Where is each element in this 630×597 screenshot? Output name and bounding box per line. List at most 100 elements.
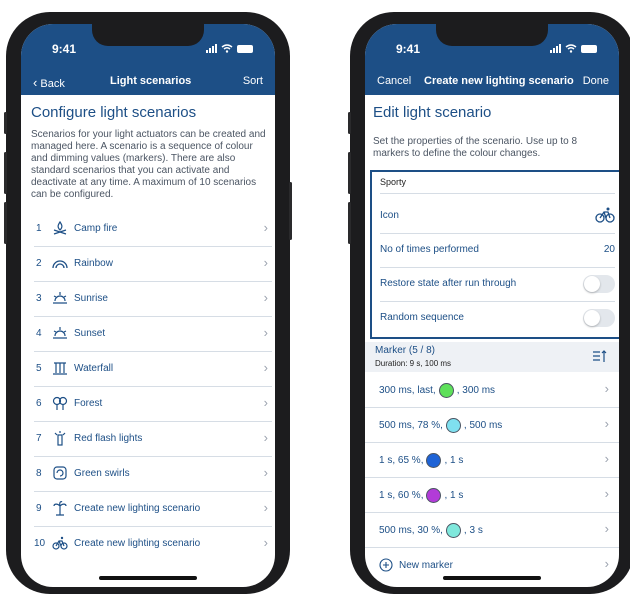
- marker-pre: 300 ms, last,: [379, 385, 436, 396]
- color-swatch: [438, 383, 454, 398]
- item-label: Green swirls: [74, 468, 130, 479]
- cancel-button[interactable]: Cancel: [377, 75, 411, 87]
- swirl-icon: [53, 466, 67, 480]
- times-performed-row[interactable]: No of times performed 20: [380, 233, 615, 268]
- list-item[interactable]: 10 Create new lighting scenario ›: [34, 527, 272, 561]
- new-marker-label-wrap: New marker: [379, 558, 453, 572]
- chevron-right-icon: ›: [604, 416, 609, 431]
- item-number: 4: [36, 328, 42, 339]
- marker-label: 300 ms, last, , 300 ms: [379, 383, 495, 398]
- bicycle-icon: [52, 536, 68, 550]
- chevron-right-icon: ›: [263, 535, 268, 550]
- campfire-icon: [53, 220, 67, 235]
- nav-title: Light scenarios: [110, 75, 192, 87]
- page-description: Scenarios for your light actuators can b…: [31, 129, 266, 200]
- item-label: Rainbow: [74, 258, 113, 269]
- chevron-right-icon: ›: [263, 465, 268, 480]
- page-description: Set the properties of the scenario. Use …: [373, 136, 578, 159]
- chevron-right-icon: ›: [263, 290, 268, 305]
- list-item[interactable]: 4 Sunset ›: [34, 317, 272, 352]
- rainbow-icon: [52, 260, 68, 269]
- list-item[interactable]: 9 Create new lighting scenario ›: [34, 492, 272, 527]
- status-time: 9:41: [52, 42, 77, 56]
- mute-switch: [4, 112, 7, 134]
- item-number: 9: [36, 503, 42, 514]
- plus-circle-icon: [379, 558, 393, 572]
- back-button[interactable]: ‹ Back: [33, 75, 65, 90]
- marker-pre: 1 s, 60 %,: [379, 490, 424, 501]
- marker-post: , 500 ms: [463, 420, 503, 431]
- icon-label: Icon: [380, 210, 399, 221]
- home-indicator[interactable]: [443, 576, 541, 580]
- notch: [436, 24, 548, 46]
- bicycle-icon: [595, 207, 615, 223]
- marker-post: , 1 s: [444, 490, 464, 501]
- color-swatch: [426, 488, 442, 503]
- item-label: Create new lighting scenario: [74, 503, 201, 514]
- times-label: No of times performed: [380, 244, 479, 255]
- chevron-right-icon: ›: [604, 381, 609, 396]
- marker-row[interactable]: 500 ms, 78 %, , 500 ms ›: [365, 408, 619, 443]
- item-label: Create new lighting scenario: [74, 538, 201, 549]
- marker-post: , 3 s: [463, 525, 483, 536]
- restore-state-toggle[interactable]: [583, 275, 615, 293]
- marker-post: , 1 s: [444, 455, 464, 466]
- back-label: Back: [40, 78, 65, 90]
- item-number: 7: [36, 433, 42, 444]
- page-title: Configure light scenarios: [31, 104, 197, 121]
- sunrise-icon: [53, 292, 67, 304]
- phone-left: 9:41 ‹ Back Light scenarios Sort Configu…: [4, 12, 292, 594]
- marker-duration: Duration: 9 s, 100 ms: [375, 359, 452, 368]
- chevron-right-icon: ›: [263, 220, 268, 235]
- item-number: 1: [36, 223, 42, 234]
- icon-row[interactable]: Icon: [380, 199, 615, 234]
- marker-label: 500 ms, 30 %, , 3 s: [379, 523, 483, 538]
- marker-row[interactable]: 1 s, 60 %, , 1 s ›: [365, 478, 619, 513]
- power-button: [289, 182, 292, 240]
- item-number: 3: [36, 293, 42, 304]
- waterfall-icon: [53, 362, 67, 375]
- home-indicator[interactable]: [99, 576, 197, 580]
- header: 9:41 ‹ Back Light scenarios Sort: [21, 24, 275, 95]
- marker-pre: 500 ms, 78 %,: [379, 420, 443, 431]
- palm-tree-icon: [53, 501, 67, 516]
- sunset-icon: [53, 327, 67, 339]
- list-item[interactable]: 1 Camp fire ›: [34, 212, 272, 247]
- volume-up-button: [4, 152, 7, 194]
- list-item[interactable]: 7 Red flash lights ›: [34, 422, 272, 457]
- item-label: Waterfall: [74, 363, 114, 374]
- scenario-name-value: Sporty: [380, 177, 407, 187]
- list-item[interactable]: 3 Sunrise ›: [34, 282, 272, 317]
- volume-down-button: [348, 202, 351, 244]
- sort-button[interactable]: Sort: [243, 75, 263, 87]
- item-label: Sunset: [74, 328, 106, 339]
- marker-pre: 500 ms, 30 %,: [379, 525, 443, 536]
- chevron-right-icon: ›: [263, 395, 268, 410]
- item-number: 5: [36, 363, 42, 374]
- battery-icon: [237, 44, 253, 53]
- nav-bar: ‹ Back Light scenarios Sort: [21, 68, 275, 92]
- chevron-right-icon: ›: [604, 521, 609, 536]
- signal-icon: [206, 44, 217, 53]
- item-label: Sunrise: [74, 293, 108, 304]
- scenario-name-input[interactable]: Sporty: [380, 177, 615, 194]
- wifi-icon: [565, 44, 577, 53]
- chevron-right-icon: ›: [263, 255, 268, 270]
- marker-row[interactable]: 1 s, 65 %, , 1 s ›: [365, 443, 619, 478]
- scenario-properties-box: Sporty Icon No of times performed 20 Res…: [370, 170, 619, 339]
- color-swatch: [426, 453, 442, 468]
- marker-label: 500 ms, 78 %, , 500 ms: [379, 418, 502, 433]
- marker-row[interactable]: 500 ms, 30 %, , 3 s ›: [365, 513, 619, 548]
- list-item[interactable]: 5 Waterfall ›: [34, 352, 272, 387]
- list-item[interactable]: 2 Rainbow ›: [34, 247, 272, 282]
- sort-icon[interactable]: [591, 348, 607, 364]
- random-sequence-toggle[interactable]: [583, 309, 615, 327]
- marker-row[interactable]: 300 ms, last, , 300 ms ›: [365, 373, 619, 408]
- list-item[interactable]: 6 Forest ›: [34, 387, 272, 422]
- list-item[interactable]: 8 Green swirls ›: [34, 457, 272, 492]
- done-button[interactable]: Done: [583, 75, 609, 87]
- marker-post: , 300 ms: [456, 385, 496, 396]
- nav-title: Create new lighting scenario: [424, 75, 574, 87]
- wifi-icon: [221, 44, 233, 53]
- chevron-right-icon: ›: [604, 486, 609, 501]
